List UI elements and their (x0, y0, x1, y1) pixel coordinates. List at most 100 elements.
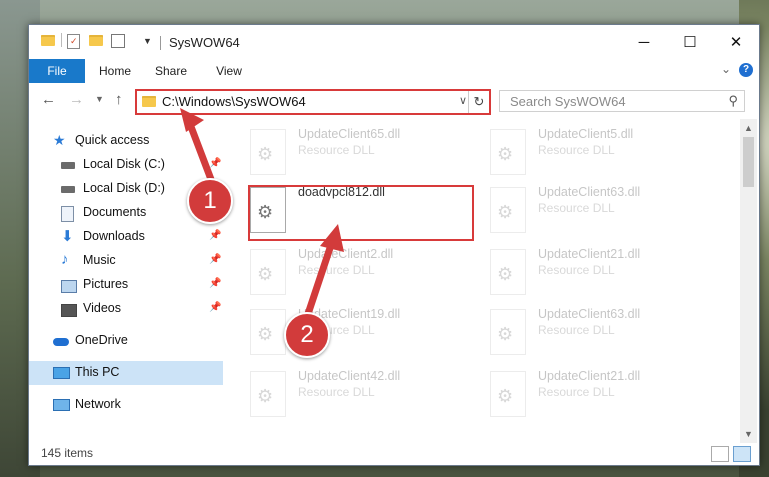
sidebar-item-quick-access[interactable]: ★ Quick access (29, 129, 223, 153)
pin-icon[interactable]: 📌 (209, 158, 221, 169)
network-icon (53, 399, 70, 411)
sidebar-item-label: Pictures (83, 277, 129, 291)
up-arrow-icon[interactable]: ↑ (115, 91, 123, 108)
chevron-down-icon[interactable]: ∨ (459, 94, 467, 107)
file-item[interactable]: ⚙ UpdateClient63.dll Resource DLL (490, 181, 720, 237)
dll-file-icon: ⚙ (250, 309, 286, 355)
dll-file-icon: ⚙ (490, 129, 526, 175)
new-folder-icon[interactable] (89, 35, 103, 46)
navigation-pane: ★ Quick access Local Disk (C:) 📌 Local D… (29, 119, 225, 443)
pin-icon[interactable]: 📌 (209, 254, 221, 265)
minimize-button[interactable]: ─ (621, 25, 667, 59)
sidebar-item-videos[interactable]: Videos 📌 (29, 297, 223, 321)
scrollbar-thumb[interactable] (743, 137, 754, 187)
refresh-icon[interactable]: ↻ (468, 91, 489, 113)
pin-icon[interactable]: 📌 (209, 230, 221, 241)
file-type: Resource DLL (538, 143, 615, 157)
explorer-window: ✓ ▼ SysWOW64 ─ ☐ ✕ File Home Share View … (28, 24, 760, 466)
file-type: Resource DLL (298, 263, 375, 277)
item-count: 145 items (41, 446, 94, 460)
callout-badge-2: 2 (284, 312, 330, 358)
forward-arrow-icon[interactable]: → (69, 91, 84, 108)
divider (160, 36, 161, 50)
sidebar-item-label: Network (75, 397, 121, 411)
tab-view[interactable]: View (205, 59, 253, 83)
sidebar-item-label: Local Disk (C:) (83, 157, 165, 171)
sidebar-item-label: Quick access (75, 133, 150, 147)
back-arrow-icon[interactable]: ← (41, 91, 56, 108)
tab-home[interactable]: Home (91, 59, 139, 83)
dll-file-icon: ⚙ (490, 371, 526, 417)
pin-icon[interactable]: 📌 (209, 302, 221, 313)
divider (61, 33, 62, 47)
music-note-icon: ♪ (61, 251, 69, 268)
sidebar-item-label: This PC (75, 365, 120, 379)
chevron-down-icon[interactable]: ▼ (143, 36, 152, 46)
download-arrow-icon: ⬇ (61, 228, 74, 245)
sidebar-item-onedrive[interactable]: OneDrive (29, 329, 223, 353)
pin-icon[interactable]: 📌 (209, 278, 221, 289)
sidebar-item-label: Local Disk (D:) (83, 181, 165, 195)
properties-icon[interactable]: ✓ (67, 34, 80, 49)
file-name: UpdateClient65.dll (298, 127, 401, 141)
sidebar-item-downloads[interactable]: ⬇ Downloads 📌 (29, 225, 223, 249)
ribbon-tabs: File Home Share View ⌄ ? (29, 59, 759, 84)
tab-file[interactable]: File (29, 59, 85, 83)
file-item[interactable]: ⚙ UpdateClient21.dll Resource DLL (490, 365, 720, 421)
file-type: Resource DLL (298, 143, 375, 157)
sidebar-item-music[interactable]: ♪ Music 📌 (29, 249, 223, 273)
maximize-button[interactable]: ☐ (667, 25, 713, 59)
tab-share[interactable]: Share (147, 59, 195, 83)
large-icons-view-icon[interactable] (733, 446, 751, 462)
pictures-icon (61, 280, 77, 293)
file-item[interactable]: ⚙ UpdateClient42.dll Resource DLL (250, 365, 480, 421)
callout-badge-1: 1 (187, 178, 233, 224)
sidebar-item-label: Videos (83, 301, 121, 315)
documents-icon (61, 206, 74, 222)
scroll-up-icon[interactable]: ▲ (744, 123, 753, 133)
file-name: UpdateClient5.dll (538, 127, 634, 141)
sidebar-item-network[interactable]: Network (29, 393, 223, 417)
vertical-scrollbar[interactable]: ▲ ▼ (740, 119, 757, 443)
file-item[interactable]: ⚙ UpdateClient5.dll Resource DLL (490, 123, 720, 179)
file-type: Resource DLL (298, 385, 375, 399)
dll-file-icon: ⚙ (250, 249, 286, 295)
dll-file-icon: ⚙ (490, 187, 526, 233)
file-name: UpdateClient21.dll (538, 247, 641, 261)
cloud-icon (53, 338, 69, 346)
search-icon[interactable]: ⚲ (728, 93, 738, 109)
sidebar-item-label: Documents (83, 205, 147, 219)
recent-locations-icon[interactable]: ▼ (95, 94, 104, 104)
search-input[interactable]: Search SysWOW64 ⚲ (499, 90, 745, 112)
drive-icon (61, 186, 75, 193)
file-item[interactable]: ⚙ UpdateClient65.dll Resource DLL (250, 123, 480, 179)
sidebar-item-this-pc[interactable]: This PC (29, 361, 223, 385)
close-button[interactable]: ✕ (713, 25, 759, 59)
star-icon: ★ (53, 132, 66, 148)
navigation-bar: ← → ▼ ↑ C:\Windows\SysWOW64 ∨ ↻ Search S… (29, 83, 759, 119)
address-bar[interactable]: C:\Windows\SysWOW64 ∨ ↻ (135, 89, 491, 115)
file-name: UpdateClient2.dll (298, 247, 394, 261)
dll-file-icon: ⚙ (490, 309, 526, 355)
file-item[interactable]: ⚙ UpdateClient63.dll Resource DLL (490, 303, 720, 359)
sidebar-item-pictures[interactable]: Pictures 📌 (29, 273, 223, 297)
film-icon (61, 304, 77, 317)
scroll-down-icon[interactable]: ▼ (744, 429, 753, 439)
customize-qat-icon[interactable] (111, 34, 125, 48)
file-item[interactable]: ⚙ UpdateClient2.dll Resource DLL (250, 243, 480, 299)
file-type: Resource DLL (538, 323, 615, 337)
address-path[interactable]: C:\Windows\SysWOW64 (162, 94, 306, 109)
file-name: UpdateClient21.dll (538, 369, 641, 383)
sidebar-item-local-disk-c[interactable]: Local Disk (C:) 📌 (29, 153, 223, 177)
computer-icon (53, 367, 70, 379)
status-bar: 145 items (29, 443, 759, 465)
folder-icon (41, 35, 55, 46)
collapse-ribbon-icon[interactable]: ⌄ (721, 62, 731, 76)
file-item[interactable]: ⚙ UpdateClient21.dll Resource DLL (490, 243, 720, 299)
dll-file-icon: ⚙ (250, 371, 286, 417)
search-placeholder: Search SysWOW64 (510, 94, 626, 109)
highlight-box (248, 185, 474, 241)
details-view-icon[interactable] (711, 446, 729, 462)
help-icon[interactable]: ? (739, 63, 753, 77)
file-name: UpdateClient63.dll (538, 185, 641, 199)
